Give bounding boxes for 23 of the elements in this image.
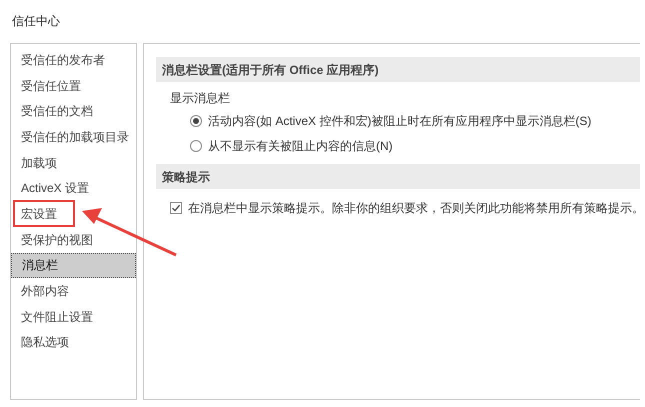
radio-label: 从不显示有关被阻止内容的信息(N) bbox=[208, 138, 393, 154]
checkbox-label: 在消息栏中显示策略提示。除非你的组织要求，否则关闭此功能将禁用所有策略提示。 bbox=[188, 200, 644, 216]
sidebar-item[interactable]: 文件阻止设置 bbox=[11, 304, 136, 330]
sidebar-item[interactable]: 受信任位置 bbox=[11, 72, 136, 98]
sidebar-item[interactable]: 受信任的发布者 bbox=[11, 47, 136, 73]
section-header: 策略提示 bbox=[156, 164, 640, 189]
radio-label: 活动内容(如 ActiveX 控件和宏)被阻止时在所有应用程序中显示消息栏(S) bbox=[208, 112, 592, 130]
checkmark-icon bbox=[171, 202, 181, 212]
sidebar-item[interactable]: 外部内容 bbox=[11, 278, 136, 304]
window-title: 信任中心 bbox=[12, 13, 60, 29]
sidebar-item[interactable]: 受信任的文档 bbox=[11, 98, 136, 124]
section-header: 消息栏设置(适用于所有 Office 应用程序) bbox=[156, 57, 640, 82]
sidebar-item[interactable]: 加载项 bbox=[11, 150, 136, 176]
checkbox[interactable] bbox=[170, 202, 182, 214]
arrow-icon bbox=[80, 205, 178, 257]
radio-button[interactable] bbox=[190, 114, 202, 126]
sidebar-item[interactable]: 受保护的视图 bbox=[11, 226, 136, 252]
sidebar-item[interactable]: ActiveX 设置 bbox=[11, 175, 136, 202]
sidebar-item[interactable]: 隐私选项 bbox=[11, 330, 136, 356]
sidebar-item[interactable]: 消息栏 bbox=[11, 252, 136, 278]
group-label: 显示消息栏 bbox=[170, 90, 230, 107]
sidebar-item[interactable]: 受信任的加载项目录 bbox=[11, 124, 136, 150]
radio-button[interactable] bbox=[190, 140, 202, 152]
